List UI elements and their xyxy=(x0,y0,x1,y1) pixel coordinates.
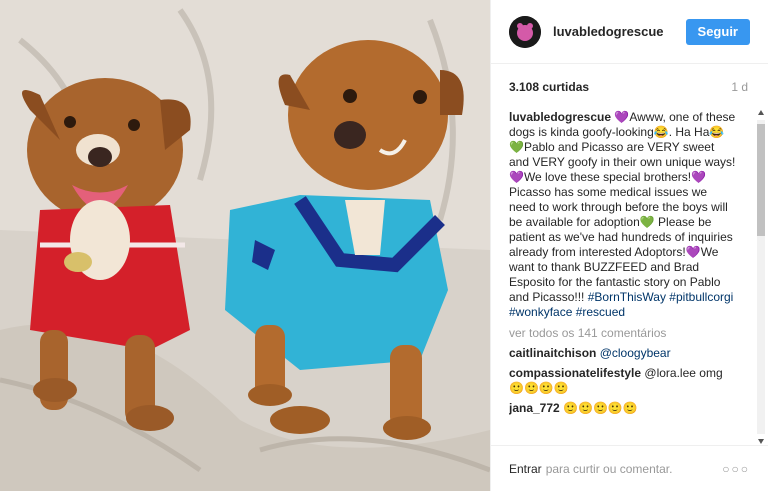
login-link[interactable]: Entrar xyxy=(509,462,542,476)
post-photo[interactable] xyxy=(0,0,490,491)
post-sidebar: luvabledogrescue Seguir 3.108 curtidas 1… xyxy=(490,0,768,491)
post-author-username[interactable]: luvabledogrescue xyxy=(553,24,686,39)
scroll-up-icon[interactable] xyxy=(758,110,764,115)
comments-scrollbar[interactable] xyxy=(756,110,766,444)
scrollbar-thumb[interactable] xyxy=(757,124,765,236)
post-time[interactable]: 1 d xyxy=(731,80,748,94)
follow-button[interactable]: Seguir xyxy=(685,18,750,45)
likes-count[interactable]: 3.108 curtidas xyxy=(509,80,589,94)
post-modal: luvabledogrescue Seguir 3.108 curtidas 1… xyxy=(0,0,768,491)
post-footer: Entrar para curtir ou comentar. ○○○ xyxy=(491,445,768,491)
comment-item: compassionatelifestyle @lora.lee omg 🙂🙂🙂… xyxy=(509,366,737,396)
scroll-down-icon[interactable] xyxy=(758,439,764,444)
avatar[interactable] xyxy=(509,15,541,48)
caption-username[interactable]: luvabledogrescue xyxy=(509,110,611,124)
view-all-comments-link[interactable]: ver todos os 141 comentários xyxy=(509,326,737,341)
comment-username[interactable]: compassionatelifestyle xyxy=(509,366,641,380)
post-caption: luvabledogrescue 💜Awww, one of these dog… xyxy=(509,110,737,320)
comments-list: luvabledogrescue 💜Awww, one of these dog… xyxy=(509,110,737,440)
more-options-icon[interactable]: ○○○ xyxy=(722,462,750,476)
comment-item: jana_772 🙂🙂🙂🙂🙂 xyxy=(509,401,737,416)
comment-item: caitlinaitchison @cloogybear xyxy=(509,346,737,361)
comment-username[interactable]: caitlinaitchison xyxy=(509,346,596,360)
comment-text[interactable]: @cloogybear xyxy=(600,346,671,360)
comment-username[interactable]: jana_772 xyxy=(509,401,560,415)
comment-text: 🙂🙂🙂🙂🙂 xyxy=(563,401,638,415)
post-header: luvabledogrescue Seguir xyxy=(491,0,768,64)
login-prompt: para curtir ou comentar. xyxy=(545,461,673,476)
avatar-dog-icon xyxy=(509,15,541,48)
caption-text: 💜Awww, one of these dogs is kinda goofy-… xyxy=(509,110,736,304)
two-dogs-photo xyxy=(0,0,490,491)
likes-row: 3.108 curtidas 1 d xyxy=(509,80,748,94)
